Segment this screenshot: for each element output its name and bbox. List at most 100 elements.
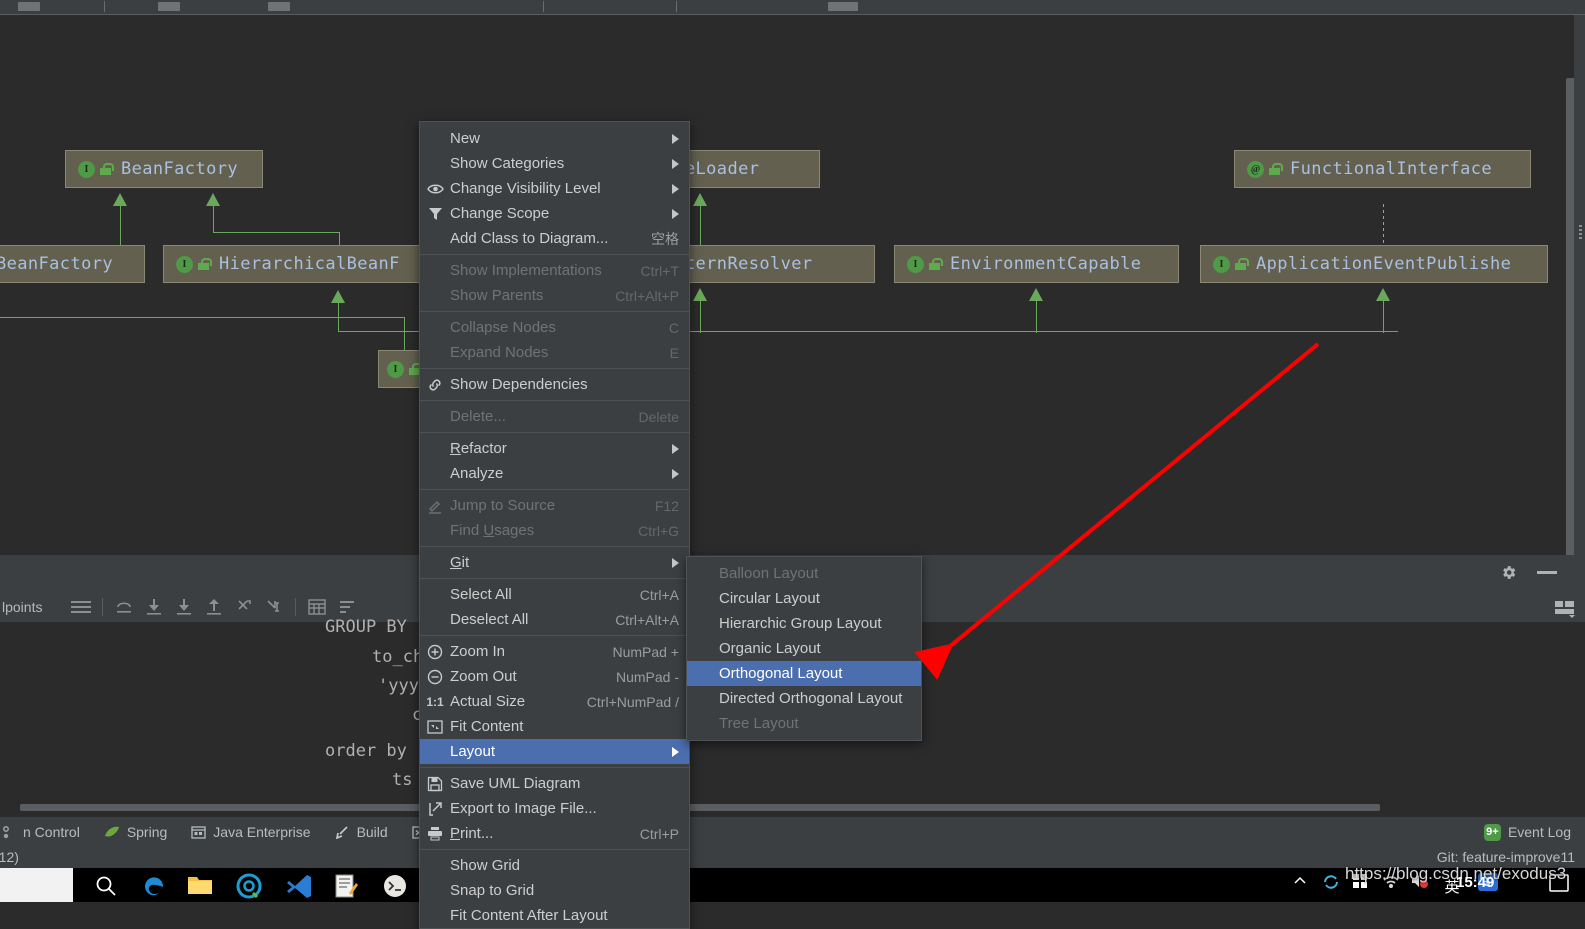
menu-item-show-dependencies[interactable]: Show Dependencies — [420, 372, 689, 397]
terminal-icon[interactable] — [382, 873, 408, 899]
uml-node-application-event-publisher[interactable]: I ApplicationEventPublishe — [1200, 245, 1548, 283]
uml-node-collapsed[interactable]: I — [378, 350, 424, 388]
search-icon[interactable] — [93, 873, 119, 899]
status-button-version-control[interactable]: n Control — [2, 824, 80, 840]
uml-node-bean-factory[interactable]: I BeanFactory — [65, 150, 263, 188]
menu-item-fit-content-after-layout[interactable]: Fit Content After Layout — [420, 903, 689, 928]
explorer-icon[interactable] — [187, 873, 213, 899]
evaluate-expression-icon[interactable] — [259, 596, 289, 618]
menu-item-print[interactable]: Print... Ctrl+P — [420, 821, 689, 846]
menu-item-export-to-image-file[interactable]: Export to Image File... — [420, 796, 689, 821]
menu-item-change-visibility-level[interactable]: Change Visibility Level — [420, 176, 689, 201]
menu-item-label: Expand Nodes — [450, 344, 549, 361]
menu-item-zoom-out[interactable]: Zoom Out NumPad - — [420, 664, 689, 689]
taskbar-clock[interactable]: 15:49 — [1456, 874, 1494, 891]
unlock-icon — [198, 258, 212, 270]
panel-layout-icon[interactable] — [1553, 599, 1577, 618]
diagram-context-menu[interactable]: New Show Categories Change Visibility Le… — [419, 121, 690, 929]
toolbar-button[interactable] — [158, 2, 180, 11]
menu-item-analyze[interactable]: Analyze — [420, 461, 689, 486]
status-button-java-enterprise[interactable]: Java Enterprise — [191, 824, 311, 840]
uml-diagram-canvas[interactable]: I BeanFactory I BeanFactory I Hierarchic… — [0, 15, 1585, 555]
menu-item-snap-to-grid[interactable]: Snap to Grid — [420, 878, 689, 903]
submenu-item-organic-layout[interactable]: Organic Layout — [687, 636, 921, 661]
menu-item-git[interactable]: Git — [420, 550, 689, 575]
vscode-icon[interactable] — [286, 873, 312, 899]
uml-edge — [120, 203, 121, 249]
menu-item-label: Export to Image File... — [450, 800, 597, 817]
notepad-icon[interactable] — [333, 873, 359, 899]
status-button-build[interactable]: Build — [335, 824, 388, 840]
step-out-icon[interactable] — [199, 596, 229, 618]
menu-item-label: Actual Size — [450, 693, 526, 710]
menu-item-mnemonic: P — [450, 825, 461, 842]
uml-edge — [0, 317, 405, 318]
menu-item-actual-size[interactable]: 1:1 Actual Size Ctrl+NumPad / — [420, 689, 689, 714]
uml-realization-edge — [1383, 204, 1384, 250]
uml-node-listable-bean-factory[interactable]: I BeanFactory — [0, 245, 145, 283]
menu-item-deselect-all[interactable]: Deselect All Ctrl+Alt+A — [420, 607, 689, 632]
menu-item-layout[interactable]: Layout — [420, 739, 689, 764]
menu-item-save-uml-diagram[interactable]: Save UML Diagram — [420, 771, 689, 796]
menu-item-select-all[interactable]: Select All Ctrl+A — [420, 582, 689, 607]
uml-edge — [338, 300, 339, 332]
toolbar-button[interactable] — [268, 2, 290, 11]
layout-submenu[interactable]: Balloon Layout Circular Layout Hierarchi… — [686, 556, 922, 741]
chrome-icon[interactable] — [236, 873, 262, 899]
annotation-badge-icon: @ — [1247, 160, 1264, 178]
menu-item-label: Collapse Nodes — [450, 319, 556, 336]
uml-node-hierarchical-bean-factory[interactable]: I HierarchicalBeanF — [163, 245, 428, 283]
sync-icon[interactable] — [1322, 873, 1340, 899]
submenu-arrow-icon — [672, 158, 679, 169]
uml-node-environment-capable[interactable]: I EnvironmentCapable — [894, 245, 1179, 283]
uml-node-functional-interface[interactable]: @ FunctionalInterface — [1234, 150, 1531, 188]
menu-item-label: Select All — [450, 586, 512, 603]
git-branch-label[interactable]: Git: feature-improve11 — [1437, 849, 1575, 865]
edge-icon[interactable] — [141, 873, 167, 899]
submenu-arrow-icon — [672, 133, 679, 144]
save-icon — [420, 776, 450, 792]
main-toolbar-strip[interactable] — [0, 0, 1585, 15]
step-over-icon[interactable] — [109, 596, 139, 618]
uml-edge — [700, 203, 701, 249]
event-log-button[interactable]: 9+ Event Log — [1483, 823, 1571, 841]
minimize-icon[interactable] — [1537, 571, 1557, 574]
menu-item-add-class-to-diagram[interactable]: Add Class to Diagram... 空格 — [420, 226, 689, 251]
uml-edge-arrow — [693, 193, 707, 206]
submenu-item-directed-orthogonal-layout[interactable]: Directed Orthogonal Layout — [687, 686, 921, 711]
menu-item-zoom-in[interactable]: Zoom In NumPad + — [420, 639, 689, 664]
menu-item-fit-content[interactable]: Fit Content — [420, 714, 689, 739]
start-menu-button[interactable] — [0, 868, 73, 902]
interface-badge-icon: I — [78, 160, 95, 178]
menu-item-change-scope[interactable]: Change Scope — [420, 201, 689, 226]
sql-line: order by — [325, 741, 407, 761]
step-into-icon[interactable] — [139, 596, 169, 618]
uml-edge-arrow — [331, 290, 345, 303]
caret-position-label[interactable]: (12) — [0, 849, 19, 865]
submenu-item-orthogonal-layout[interactable]: Orthogonal Layout — [687, 661, 921, 686]
menu-item-new[interactable]: New — [420, 126, 689, 151]
gear-icon[interactable] — [1500, 564, 1517, 586]
status-tool-button-bar[interactable]: n Control Spring Java Enterprise Build T… — [0, 817, 1585, 847]
menu-item-refactor[interactable]: Refactor — [420, 436, 689, 461]
version-control-icon — [2, 825, 16, 839]
zoom-in-icon — [420, 644, 450, 660]
submenu-item-circular-layout[interactable]: Circular Layout — [687, 586, 921, 611]
run-to-cursor-icon[interactable] — [229, 596, 259, 618]
submenu-item-hierarchic-group-layout[interactable]: Hierarchic Group Layout — [687, 611, 921, 636]
chevron-up-icon[interactable] — [1292, 873, 1308, 899]
editor-horizontal-scrollbar[interactable] — [20, 804, 1380, 811]
submenu-item-label: Balloon Layout — [719, 565, 819, 582]
export-icon — [420, 801, 450, 817]
menu-item-show-categories[interactable]: Show Categories — [420, 151, 689, 176]
table-icon[interactable] — [302, 596, 332, 618]
force-step-into-icon[interactable] — [169, 596, 199, 618]
sort-icon[interactable] — [332, 596, 362, 618]
menu-item-show-grid[interactable]: Show Grid — [420, 853, 689, 878]
status-button-spring[interactable]: Spring — [104, 824, 167, 840]
right-tool-window-strip[interactable] — [1574, 15, 1585, 555]
toolbar-button[interactable] — [828, 2, 858, 11]
menu-icon[interactable] — [66, 596, 96, 618]
uml-edge-arrow — [693, 288, 707, 301]
toolbar-button[interactable] — [18, 2, 40, 11]
